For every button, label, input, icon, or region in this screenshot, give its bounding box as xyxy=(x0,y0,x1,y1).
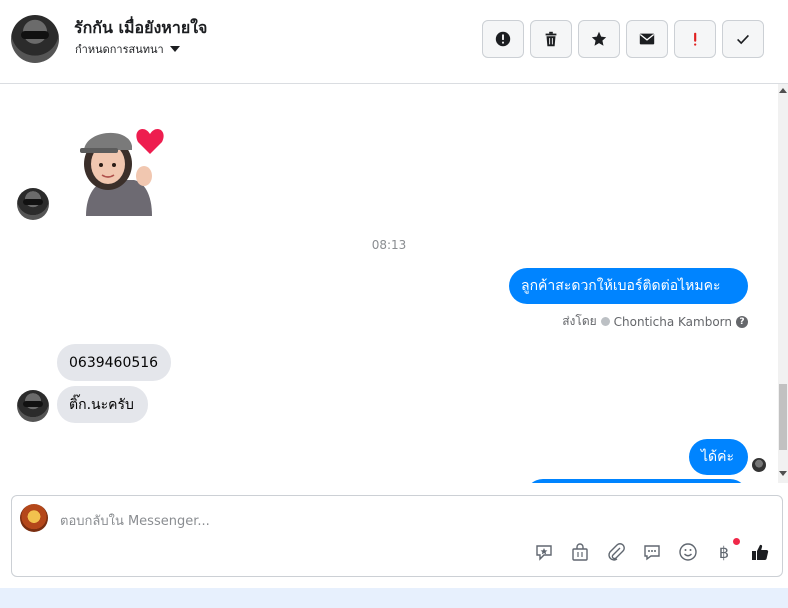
sent-by-info: ส่งโดย Chonticha Kamborn ? xyxy=(562,312,748,331)
scroll-thumb[interactable] xyxy=(779,384,787,450)
bag-icon xyxy=(572,543,588,561)
header-toolbar xyxy=(482,20,764,58)
notification-dot xyxy=(733,538,740,545)
check-icon xyxy=(737,34,749,45)
paperclip-icon xyxy=(608,543,625,561)
conversation-header: รักกัน เมื่อยังหายใจ กำหนดการสนทนา xyxy=(0,0,788,84)
outgoing-message[interactable]: ลูกค้าสะดวกให้เบอร์ติดต่อไหมคะ xyxy=(509,268,748,304)
check-circle-icon xyxy=(600,317,610,326)
sent-by-name: Chonticha Kamborn xyxy=(613,314,732,329)
conversation-settings-label: กำหนดการสนทนา xyxy=(75,43,164,56)
sticker-icon xyxy=(536,545,552,561)
report-button[interactable] xyxy=(482,20,524,58)
emoji-button[interactable] xyxy=(678,542,698,562)
thread-scrollbar[interactable] xyxy=(778,84,788,483)
sender-avatar[interactable] xyxy=(17,188,49,220)
mark-unread-button[interactable] xyxy=(626,20,668,58)
shop-button[interactable] xyxy=(570,542,590,562)
thumbs-up-icon xyxy=(752,544,769,560)
scroll-up-arrow-icon[interactable] xyxy=(779,88,787,93)
incoming-message[interactable]: ติ๊ก.นะครับ xyxy=(57,386,148,423)
message-text: ได้ค่ะ xyxy=(701,449,735,465)
seen-receipt-avatar xyxy=(752,458,766,472)
trash-icon xyxy=(545,31,557,47)
help-icon[interactable]: ? xyxy=(736,315,748,328)
scroll-down-arrow-icon[interactable] xyxy=(779,471,787,476)
payment-button[interactable]: ฿ xyxy=(714,538,740,562)
message-text: 0639460516 xyxy=(69,354,159,371)
composer-toolbar: ฿ xyxy=(534,538,770,562)
envelope-icon xyxy=(639,33,655,45)
sent-by-label: ส่งโดย xyxy=(562,314,597,328)
message-timestamp: 08:13 xyxy=(371,238,407,252)
star-button[interactable] xyxy=(578,20,620,58)
saved-replies-button[interactable] xyxy=(642,542,662,562)
mark-done-button[interactable] xyxy=(722,20,764,58)
mark-spam-button[interactable] xyxy=(674,20,716,58)
sticker-button[interactable] xyxy=(534,542,554,562)
like-button[interactable] xyxy=(750,542,770,562)
outgoing-message[interactable]: ได้ค่ะ xyxy=(689,439,748,475)
emoji-icon xyxy=(679,543,697,561)
star-icon xyxy=(591,31,607,46)
sticker-image[interactable] xyxy=(78,120,170,216)
contact-name[interactable]: รักกัน เมื่อยังหายใจ xyxy=(74,16,207,41)
footer-band xyxy=(0,588,788,608)
exclamation-icon xyxy=(694,32,697,46)
alert-circle-icon xyxy=(495,31,511,47)
message-text: ลูกค้าสะดวกให้เบอร์ติดต่อไหมคะ xyxy=(521,278,721,294)
baht-icon: ฿ xyxy=(718,542,730,562)
incoming-message[interactable]: 0639460516 xyxy=(57,344,171,381)
reply-composer[interactable]: ตอบกลับใน Messenger... ฿ xyxy=(11,495,783,577)
chat-bubble-icon xyxy=(644,545,660,561)
caret-down-icon xyxy=(169,46,180,52)
attach-button[interactable] xyxy=(606,542,626,562)
reply-input[interactable]: ตอบกลับใน Messenger... xyxy=(60,510,210,531)
delete-button[interactable] xyxy=(530,20,572,58)
message-text: ติ๊ก.นะครับ xyxy=(69,396,134,413)
messenger-window: รักกัน เมื่อยังหายใจ กำหนดการสนทนา 08:13… xyxy=(0,0,788,608)
conversation-settings-dropdown[interactable]: กำหนดการสนทนา xyxy=(75,40,180,58)
outgoing-message-partial[interactable] xyxy=(525,479,748,483)
contact-avatar[interactable] xyxy=(11,15,59,63)
sender-avatar[interactable] xyxy=(17,390,49,422)
page-avatar xyxy=(20,504,48,532)
message-thread[interactable]: 08:13 ลูกค้าสะดวกให้เบอร์ติดต่อไหมคะ ส่ง… xyxy=(0,84,778,483)
